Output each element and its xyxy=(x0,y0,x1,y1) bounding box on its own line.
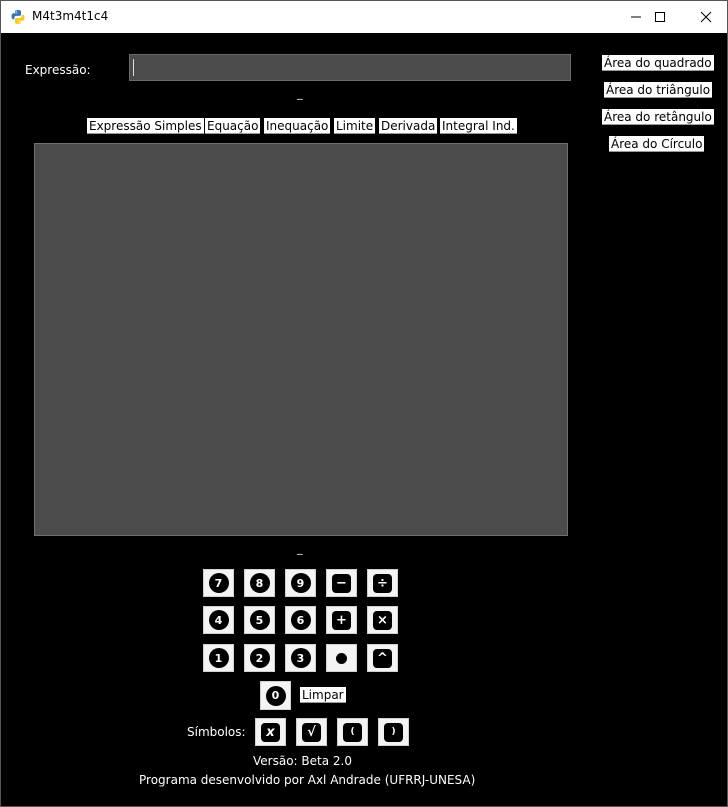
key-6-button[interactable]: 6 xyxy=(285,606,316,634)
key-0-button[interactable]: 0 xyxy=(260,681,291,710)
app-window: M4t3m4t1c4 Expressão: _ Expressão Simple… xyxy=(0,0,728,807)
key-power-button[interactable]: ^ xyxy=(367,644,398,672)
key-5-label: 5 xyxy=(249,610,270,630)
key-2-label: 2 xyxy=(249,648,270,668)
mode-derivada-button[interactable]: Derivada xyxy=(379,118,438,134)
key-4-label: 4 xyxy=(208,610,229,630)
key-decimal-point-button[interactable] xyxy=(326,644,357,672)
mode-expressao-simples-button[interactable]: Expressão Simples xyxy=(87,118,204,134)
key-9-button[interactable]: 9 xyxy=(285,569,316,597)
key-7-label: 7 xyxy=(208,573,229,593)
key-minus-button[interactable]: − xyxy=(326,569,357,597)
key-7-button[interactable]: 7 xyxy=(203,569,234,597)
dot-icon xyxy=(336,652,347,664)
result-marker-top: _ xyxy=(297,87,303,100)
key-6-label: 6 xyxy=(290,610,311,630)
mode-inequacao-button[interactable]: Inequação xyxy=(264,118,331,134)
symbols-label: Símbolos: xyxy=(187,725,246,739)
close-icon xyxy=(700,11,712,23)
version-text: Versão: Beta 2.0 xyxy=(253,754,352,768)
close-button[interactable] xyxy=(683,1,728,33)
symbol-x-button[interactable]: x xyxy=(255,718,286,746)
area-triangulo-button[interactable]: Área do triângulo xyxy=(604,82,713,98)
text-caret xyxy=(133,59,134,76)
key-plus-button[interactable]: + xyxy=(326,606,357,634)
maximize-icon xyxy=(655,12,665,22)
caret-icon: ^ xyxy=(373,648,392,668)
key-0-label: 0 xyxy=(265,685,286,706)
result-output-area[interactable] xyxy=(34,143,568,536)
close-paren-icon: ) xyxy=(384,722,403,742)
expression-input[interactable] xyxy=(129,54,571,81)
area-circulo-button[interactable]: Área do Círculo xyxy=(609,136,705,152)
area-quadrado-button[interactable]: Área do quadrado xyxy=(602,55,714,71)
key-3-button[interactable]: 3 xyxy=(285,644,316,672)
title-bar[interactable]: M4t3m4t1c4 xyxy=(1,1,727,33)
key-1-label: 1 xyxy=(208,648,229,668)
symbol-sqrt-button[interactable]: √ xyxy=(296,718,327,746)
variable-x-icon: x xyxy=(261,722,280,742)
symbol-close-paren-button[interactable]: ) xyxy=(378,718,409,746)
python-icon xyxy=(11,10,25,24)
clear-button[interactable]: Limpar xyxy=(300,687,346,703)
area-retangulo-button[interactable]: Área do retângulo xyxy=(602,109,714,125)
symbol-open-paren-button[interactable]: ( xyxy=(337,718,368,746)
sqrt-icon: √ xyxy=(302,722,321,742)
window-title: M4t3m4t1c4 xyxy=(32,9,109,23)
key-multiply-button[interactable]: × xyxy=(367,606,398,634)
open-paren-icon: ( xyxy=(343,722,362,742)
key-1-button[interactable]: 1 xyxy=(203,644,234,672)
key-divide-button[interactable]: ÷ xyxy=(367,569,398,597)
key-8-label: 8 xyxy=(249,573,270,593)
key-4-button[interactable]: 4 xyxy=(203,606,234,634)
key-3-label: 3 xyxy=(290,648,311,668)
minus-icon: − xyxy=(332,573,351,593)
maximize-button[interactable] xyxy=(637,1,683,33)
key-8-button[interactable]: 8 xyxy=(244,569,275,597)
mode-equacao-button[interactable]: Equação xyxy=(205,118,261,134)
divide-icon: ÷ xyxy=(373,573,392,593)
key-9-label: 9 xyxy=(290,573,311,593)
multiply-icon: × xyxy=(373,610,392,630)
plus-icon: + xyxy=(332,610,351,630)
key-5-button[interactable]: 5 xyxy=(244,606,275,634)
mode-integral-button[interactable]: Integral Ind. xyxy=(440,118,517,134)
credit-text: Programa desenvolvido por Axl Andrade (U… xyxy=(139,773,476,787)
mode-limite-button[interactable]: Limite xyxy=(334,118,376,134)
key-2-button[interactable]: 2 xyxy=(244,644,275,672)
expression-label: Expressão: xyxy=(25,63,91,77)
result-marker-bottom: _ xyxy=(297,542,303,555)
